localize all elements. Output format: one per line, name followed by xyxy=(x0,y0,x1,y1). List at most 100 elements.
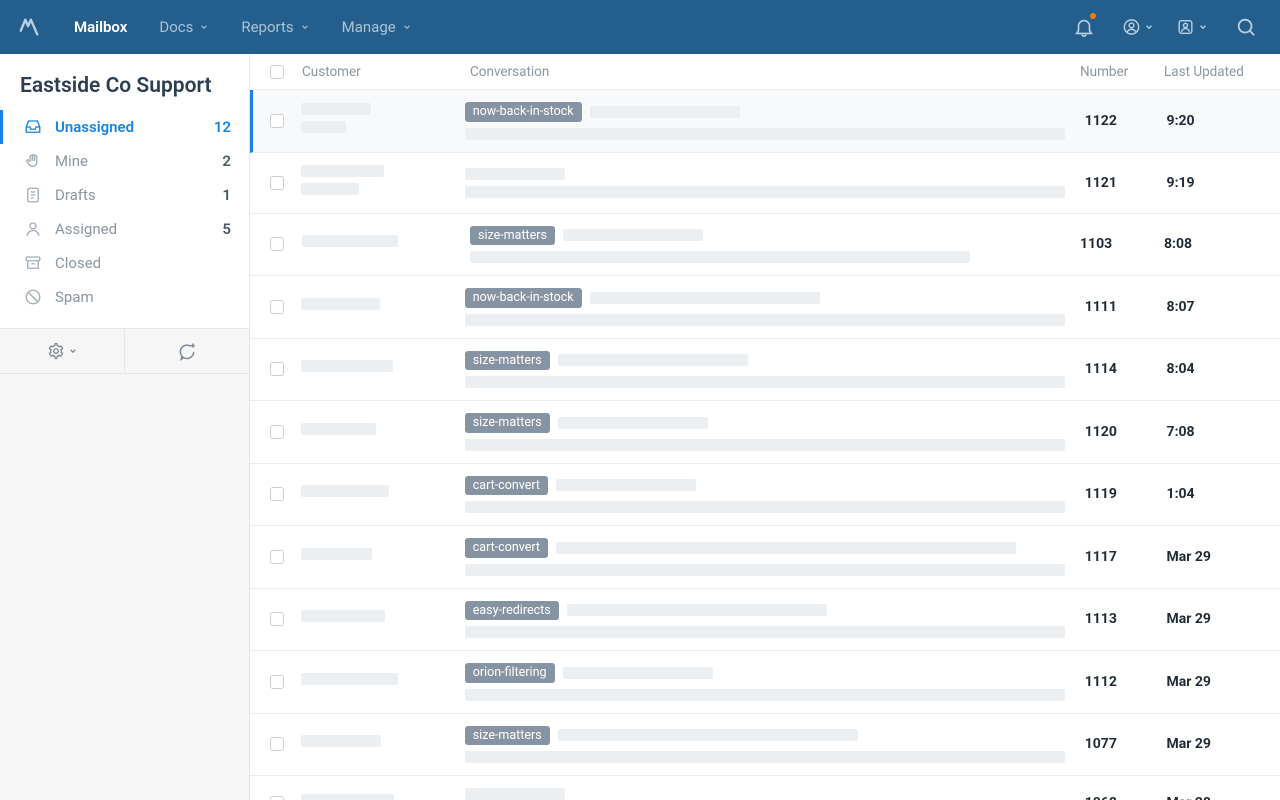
search-icon[interactable] xyxy=(1230,11,1262,43)
conversation-tag: cart-convert xyxy=(465,538,548,558)
conversation-list: Customer Conversation Number Last Update… xyxy=(250,54,1280,800)
customer-cell xyxy=(301,103,465,139)
conversation-number: 1122 xyxy=(1085,113,1167,129)
folder-label: Mine xyxy=(55,152,88,170)
conversation-number: 1103 xyxy=(1080,236,1164,252)
row-checkbox[interactable] xyxy=(270,114,284,128)
conversation-updated: 1:04 xyxy=(1167,486,1260,502)
row-checkbox[interactable] xyxy=(270,237,284,251)
folder-label: Unassigned xyxy=(55,118,134,136)
conversation-number: 1114 xyxy=(1085,361,1167,377)
conversation-row[interactable]: 11219:19 xyxy=(250,153,1280,214)
conversation-cell: orion-filtering xyxy=(465,663,1085,701)
folder-assigned[interactable]: Assigned 5 xyxy=(0,212,249,246)
nav-label: Docs xyxy=(159,18,193,36)
conversation-cell: cart-convert xyxy=(465,476,1085,514)
conversation-row[interactable]: size-matters11038:08 xyxy=(250,214,1280,277)
customer-cell xyxy=(301,423,465,441)
folder-spam[interactable]: Spam xyxy=(0,280,249,314)
nav-manage[interactable]: Manage xyxy=(328,0,426,54)
conversation-tag: size-matters xyxy=(465,413,550,433)
conversation-row[interactable]: cart-convert 1117Mar 29 xyxy=(250,526,1280,589)
nav-label: Mailbox xyxy=(74,18,127,36)
conversation-row[interactable]: 1068Mar 28 xyxy=(250,776,1280,800)
new-conversation-button[interactable] xyxy=(124,329,249,373)
nav-reports[interactable]: Reports xyxy=(227,0,323,54)
chevron-down-icon xyxy=(199,22,209,32)
row-checkbox[interactable] xyxy=(270,550,284,564)
conversation-number: 1112 xyxy=(1085,674,1167,690)
conversation-number: 1113 xyxy=(1085,611,1167,627)
conversation-updated: 9:20 xyxy=(1167,113,1260,129)
folder-drafts[interactable]: Drafts1 xyxy=(0,178,249,212)
nav-mailbox[interactable]: Mailbox xyxy=(60,0,141,54)
row-checkbox[interactable] xyxy=(270,487,284,501)
conversation-row[interactable]: easy-redirects1113Mar 29 xyxy=(250,589,1280,652)
conversation-updated: Mar 29 xyxy=(1167,549,1260,565)
conversation-tag: now-back-in-stock xyxy=(465,288,582,308)
conversation-updated: 9:19 xyxy=(1167,175,1260,191)
conversation-number: 1121 xyxy=(1085,175,1167,191)
conversation-row[interactable]: now-back-in-stock 11118:07 xyxy=(250,276,1280,339)
select-all-checkbox[interactable] xyxy=(270,65,284,79)
customer-cell xyxy=(302,235,470,253)
conversation-cell: size-matters xyxy=(465,726,1085,764)
folder-mine[interactable]: Mine2 xyxy=(0,144,249,178)
conversation-number: 1077 xyxy=(1085,736,1167,752)
row-checkbox[interactable] xyxy=(270,300,284,314)
conversation-row[interactable]: orion-filtering 1112Mar 29 xyxy=(250,651,1280,714)
row-checkbox[interactable] xyxy=(270,176,284,190)
conversation-updated: Mar 29 xyxy=(1167,674,1260,690)
notifications-icon[interactable] xyxy=(1068,11,1100,43)
conversation-cell xyxy=(465,788,1085,800)
folder-closed[interactable]: Closed xyxy=(0,246,249,280)
row-checkbox[interactable] xyxy=(270,362,284,376)
chevron-down-icon xyxy=(300,22,310,32)
users-menu[interactable] xyxy=(1176,11,1208,43)
folder-label: Drafts xyxy=(55,186,96,204)
conversation-tag: orion-filtering xyxy=(465,663,555,683)
settings-button[interactable] xyxy=(0,329,124,373)
customer-cell xyxy=(301,673,465,691)
chevron-down-icon xyxy=(402,22,412,32)
conversation-row[interactable]: size-matters1077Mar 29 xyxy=(250,714,1280,777)
folder-label: Assigned xyxy=(55,220,117,238)
conversation-tag: size-matters xyxy=(465,351,550,371)
mailbox-title: Eastside Co Support xyxy=(0,54,249,108)
col-customer[interactable]: Customer xyxy=(302,64,470,80)
conversation-row[interactable]: now-back-in-stock11229:20 xyxy=(250,90,1280,153)
folder-unassigned[interactable]: Unassigned12 xyxy=(0,110,249,144)
conversation-number: 1117 xyxy=(1085,549,1167,565)
list-header: Customer Conversation Number Last Update… xyxy=(250,54,1280,90)
col-updated[interactable]: Last Updated xyxy=(1164,64,1260,80)
folder-count: 5 xyxy=(222,220,231,238)
row-checkbox[interactable] xyxy=(270,675,284,689)
conversation-cell: now-back-in-stock xyxy=(465,288,1085,326)
conversation-tag: cart-convert xyxy=(465,476,548,496)
row-checkbox[interactable] xyxy=(270,737,284,751)
customer-cell xyxy=(301,485,465,503)
customer-cell xyxy=(301,610,465,628)
conversation-cell: easy-redirects xyxy=(465,601,1085,639)
account-menu[interactable] xyxy=(1122,11,1154,43)
hand-icon xyxy=(23,152,43,170)
conversation-tag: size-matters xyxy=(470,226,555,246)
conversation-number: 1111 xyxy=(1085,299,1167,315)
nav-docs[interactable]: Docs xyxy=(145,0,223,54)
col-conversation[interactable]: Conversation xyxy=(470,64,1080,80)
conversation-row[interactable]: size-matters11148:04 xyxy=(250,339,1280,402)
nav-label: Reports xyxy=(241,18,293,36)
row-checkbox[interactable] xyxy=(270,612,284,626)
row-checkbox[interactable] xyxy=(270,796,284,800)
row-checkbox[interactable] xyxy=(270,425,284,439)
conversation-updated: 8:07 xyxy=(1167,299,1260,315)
conversation-updated: 7:08 xyxy=(1167,424,1260,440)
customer-cell xyxy=(301,165,465,201)
col-number[interactable]: Number xyxy=(1080,64,1164,80)
conversation-row[interactable]: size-matters11207:08 xyxy=(250,401,1280,464)
nav-label: Manage xyxy=(342,18,396,36)
conversation-row[interactable]: cart-convert11191:04 xyxy=(250,464,1280,527)
conversation-cell: size-matters xyxy=(465,351,1085,389)
person-icon xyxy=(23,220,43,238)
app-logo[interactable] xyxy=(14,12,44,42)
